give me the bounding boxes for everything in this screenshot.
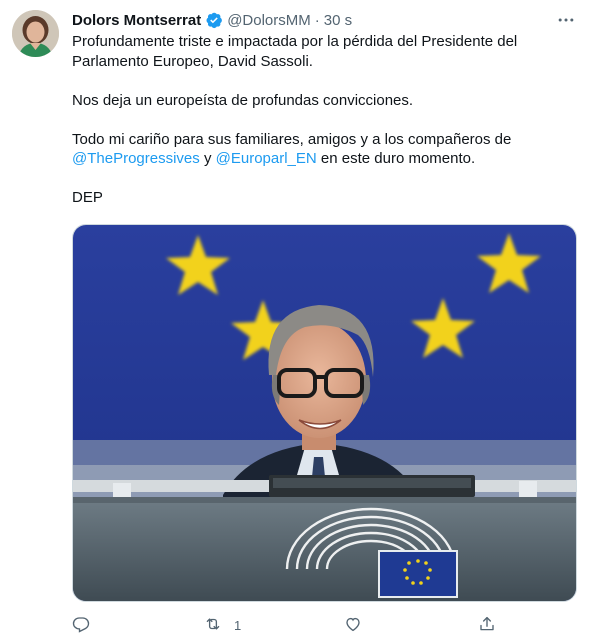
tweet-paragraph-1: Profundamente triste e impactada por la … [72,32,572,71]
like-icon [344,615,362,636]
reply-button[interactable] [72,612,90,638]
tweet-media-photo[interactable] [72,224,577,602]
like-button[interactable] [344,612,362,638]
tweet-header: Dolors Montserrat @DolorsMM · 30 s [72,10,575,30]
share-button[interactable] [478,612,496,638]
tweet-paragraph-2: Nos deja un europeísta de profundas conv… [72,91,414,109]
retweet-count: 1 [234,617,242,633]
mention-link-progressives[interactable]: @TheProgressives [72,150,200,167]
avatar[interactable] [12,10,59,57]
tweet-line-end: en este duro momento. [316,150,476,167]
tweet-line: Parlamento Europeo, David Sassoli. [72,52,313,70]
tweet-timestamp[interactable]: 30 s [324,12,352,29]
tweet-actions: 1 [72,612,502,638]
tweet-line: Profundamente triste e impactada por la … [72,33,518,50]
separator-dot: · [314,11,320,29]
reply-icon [72,615,90,636]
tweet-line: Todo mi cariño para sus familiares, amig… [72,130,512,148]
author-handle[interactable]: @DolorsMM [227,12,311,29]
share-icon [478,615,496,636]
tweet-line: @TheProgressives y @Europarl_EN en este … [72,149,572,169]
tweet[interactable]: Dolors Montserrat @DolorsMM · 30 s Profu… [0,0,589,644]
tweet-paragraph-4: DEP [72,189,103,206]
tweet-text: Profundamente triste e impactada por la … [72,32,572,227]
verified-badge-icon [205,11,223,29]
author-name[interactable]: Dolors Montserrat [72,12,201,29]
connector-text: y [199,150,216,167]
mention-link-europarl[interactable]: @Europarl_EN [216,150,317,167]
retweet-icon [204,615,222,636]
more-options-icon[interactable] [555,10,577,30]
retweet-button[interactable]: 1 [204,612,241,638]
tweet-paragraph-3: Todo mi cariño para sus familiares, amig… [72,130,572,169]
